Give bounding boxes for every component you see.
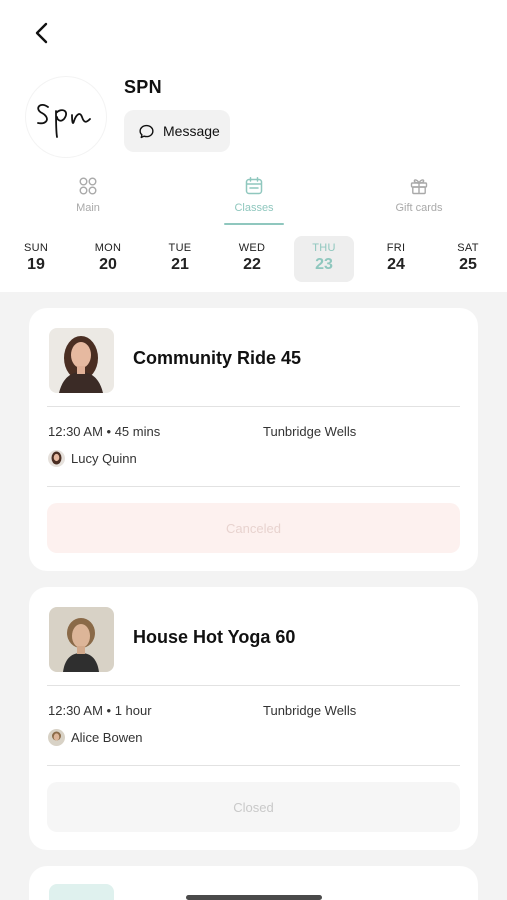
day-tue[interactable]: TUE 21	[150, 236, 210, 282]
class-thumbnail	[49, 328, 114, 393]
home-indicator	[186, 895, 322, 900]
day-wed[interactable]: WED 22	[222, 236, 282, 282]
day-fri[interactable]: FRI 24	[366, 236, 426, 282]
tab-gift-cards-label: Gift cards	[395, 202, 443, 214]
instructor-name: Alice Bowen	[71, 730, 143, 745]
day-number: 21	[171, 256, 189, 273]
day-sun[interactable]: SUN 19	[6, 236, 66, 282]
chevron-left-icon	[35, 22, 48, 44]
day-mon[interactable]: MON 20	[78, 236, 138, 282]
class-thumbnail	[49, 607, 114, 672]
message-label: Message	[163, 123, 220, 139]
divider	[47, 765, 460, 766]
day-label: MON	[94, 242, 122, 254]
instructor[interactable]: Lucy Quinn	[48, 450, 137, 467]
studio-logo	[26, 77, 106, 157]
class-title: Community Ride 45	[133, 348, 302, 368]
day-label: TUE	[168, 242, 192, 254]
back-button[interactable]	[28, 18, 56, 48]
divider	[47, 406, 460, 407]
class-card[interactable]: Community Ride 45 12:30 AM • 45 mins Tun…	[29, 308, 478, 571]
instructor-name: Lucy Quinn	[71, 451, 137, 466]
day-label: SUN	[23, 242, 49, 254]
grid-icon	[79, 177, 97, 195]
divider	[47, 685, 460, 686]
day-sat[interactable]: SAT 25	[438, 236, 498, 282]
day-number: 24	[387, 256, 405, 273]
tab-classes-label: Classes	[234, 202, 274, 214]
tab-main[interactable]: Main	[28, 176, 148, 214]
day-number: 23	[315, 256, 333, 273]
tab-classes[interactable]: Classes	[194, 176, 314, 214]
day-label: THU	[312, 242, 336, 254]
day-thu-selected[interactable]: THU 23	[294, 236, 354, 282]
day-number: 25	[459, 256, 477, 273]
closed-status-button[interactable]: Closed	[47, 782, 460, 832]
class-time: 12:30 AM • 45 mins	[48, 424, 161, 439]
class-list: Community Ride 45 12:30 AM • 45 mins Tun…	[0, 292, 507, 900]
header-area: SPN Message Main Classes Gift cards SUN …	[0, 0, 507, 292]
divider	[47, 486, 460, 487]
class-time: 12:30 AM • 1 hour	[48, 703, 152, 718]
active-tab-indicator	[224, 223, 284, 225]
day-label: FRI	[386, 242, 406, 254]
chat-bubble-icon	[139, 124, 154, 138]
day-number: 22	[243, 256, 261, 273]
class-thumbnail	[49, 884, 114, 900]
tab-main-label: Main	[76, 202, 100, 214]
instructor-avatar	[48, 450, 65, 467]
instructor-avatar	[48, 729, 65, 746]
studio-name: SPN	[124, 77, 162, 97]
class-title: House Hot Yoga 60	[133, 627, 296, 647]
day-number: 20	[99, 256, 117, 273]
instructor[interactable]: Alice Bowen	[48, 729, 143, 746]
gift-icon	[410, 179, 428, 195]
day-label: WED	[238, 242, 266, 254]
tab-gift-cards[interactable]: Gift cards	[359, 176, 479, 214]
day-number: 19	[27, 256, 45, 273]
class-card[interactable]: House Hot Yoga 60 12:30 AM • 1 hour Tunb…	[29, 587, 478, 850]
calendar-icon	[245, 177, 263, 195]
canceled-status-button[interactable]: Canceled	[47, 503, 460, 553]
day-label: SAT	[457, 242, 479, 254]
message-button[interactable]: Message	[124, 110, 230, 152]
class-location: Tunbridge Wells	[263, 424, 357, 439]
class-location: Tunbridge Wells	[263, 703, 357, 718]
